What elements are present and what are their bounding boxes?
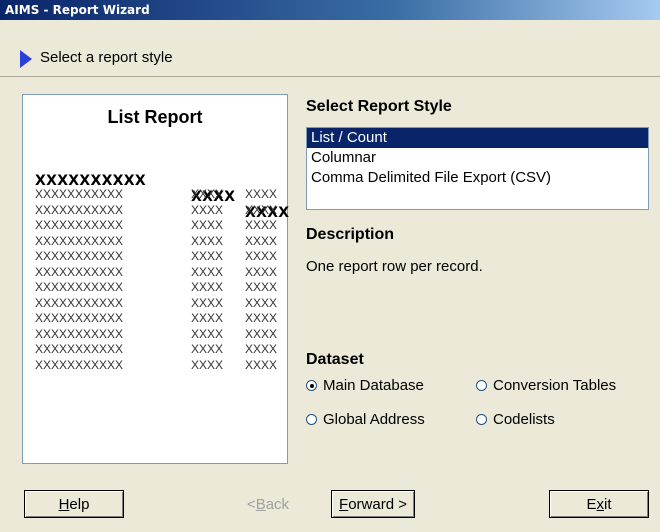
description-text: One report row per record. [306, 258, 483, 275]
radio-button-icon[interactable] [476, 380, 487, 391]
dataset-label: Dataset [306, 351, 364, 368]
report-style-option[interactable]: Comma Delimited File Export (CSV) [307, 168, 648, 188]
preview-cell: XXXX [245, 202, 278, 217]
radio-label: Main Database [323, 377, 424, 394]
preview-cell: XXXX [191, 295, 224, 310]
preview-cell: XXXX [191, 249, 224, 263]
preview-cell: XXXXXXXXXXX [35, 295, 124, 310]
radio-button-icon[interactable] [306, 414, 317, 425]
preview-cell: XXXX [245, 233, 278, 248]
preview-cell: XXXXXXXXXXX [35, 311, 124, 325]
radio-label: Conversion Tables [493, 377, 617, 394]
preview-cell: XXXX [245, 311, 278, 325]
button-label: orward > [348, 495, 407, 513]
button-mnemonic: x [596, 495, 605, 513]
radio-label: Codelists [493, 411, 555, 428]
preview-cell: XXXX [191, 280, 224, 294]
preview-cell: XXXX [245, 342, 278, 356]
dataset-radio-option[interactable]: Conversion Tables [476, 377, 616, 395]
preview-cell: XXXX [191, 342, 224, 356]
preview-cell: XXXXXXXXXXX [35, 202, 124, 217]
description-label: Description [306, 226, 395, 243]
preview-cell: XXXX [245, 295, 278, 310]
preview-cell: XXXX [191, 233, 224, 248]
button-label: < [246, 495, 256, 513]
back-button[interactable]: < Back [226, 490, 310, 518]
preview-cell: XXXX [191, 202, 224, 217]
button-label: it [604, 495, 612, 513]
preview-cell: XXXX [191, 326, 224, 341]
radio-button-icon[interactable] [306, 380, 317, 391]
button-mnemonic: H [58, 495, 70, 513]
help-button[interactable]: Help [24, 490, 124, 518]
preview-cell: XXXX [191, 264, 224, 279]
radio-button-icon[interactable] [476, 414, 487, 425]
step-header: Select a report style [0, 40, 660, 77]
preview-cell: XXXX [245, 249, 278, 263]
preview-cell: XXXX [191, 187, 224, 201]
report-style-option[interactable]: Columnar [307, 148, 648, 168]
button-label: ack [265, 495, 290, 513]
exit-button[interactable]: Ex it [549, 490, 649, 518]
preview-cell: XXXXXXXXXXX [35, 342, 124, 356]
dataset-radio-option[interactable]: Global Address [306, 411, 425, 429]
button-label: elp [69, 495, 90, 513]
dataset-radio-option[interactable]: Main Database [306, 377, 424, 395]
preview-cell: XXXX [191, 311, 224, 325]
preview-cell: XXXXXXXXXXX [35, 326, 124, 341]
style-section-label: Select Report Style [306, 98, 452, 115]
preview-cell: XXXX [191, 357, 224, 372]
button-mnemonic: B [255, 495, 266, 513]
preview-cell: XXXX [245, 218, 278, 232]
preview-cell: XXXXXXXXXXX [35, 264, 124, 279]
preview-cell: XXXXXXXXXXX [35, 280, 124, 294]
dataset-radio-option[interactable]: Codelists [476, 411, 555, 429]
preview-cell: XXXXXXXXXXX [35, 233, 124, 248]
preview-title: List Report [107, 107, 203, 127]
report-style-listbox[interactable]: List / Count Columnar Comma Delimited File… [306, 127, 649, 210]
step-label: Select a report style [40, 49, 173, 66]
preview-cell: XXXX [245, 357, 278, 372]
preview-cell: XXXX [245, 326, 278, 341]
preview-cell: XXXX [245, 187, 278, 201]
preview-cell: XXXXXXXXXXX [35, 187, 124, 201]
preview-cell: XXXXXXXXXXX [35, 357, 124, 372]
preview-cell: XXXX [245, 280, 278, 294]
report-preview: List Report XXXXXXXXXX XXXX XXXX XXXXXXX… [22, 94, 289, 464]
preview-cell: XXXXXXXXXXX [35, 249, 124, 263]
step-arrow-icon [20, 50, 32, 68]
radio-label: Global Address [323, 411, 425, 428]
button-label: E [586, 495, 597, 513]
preview-cell: XXXX [245, 264, 278, 279]
forward-button[interactable]: Forward > [331, 490, 415, 518]
preview-cell: XXXXXXXXXXX [35, 218, 124, 232]
button-mnemonic: F [339, 495, 349, 513]
report-style-option[interactable]: List / Count [307, 128, 648, 148]
window-title: AIMS - Report Wizard [0, 0, 660, 20]
preview-cell: XXXX [191, 218, 224, 232]
